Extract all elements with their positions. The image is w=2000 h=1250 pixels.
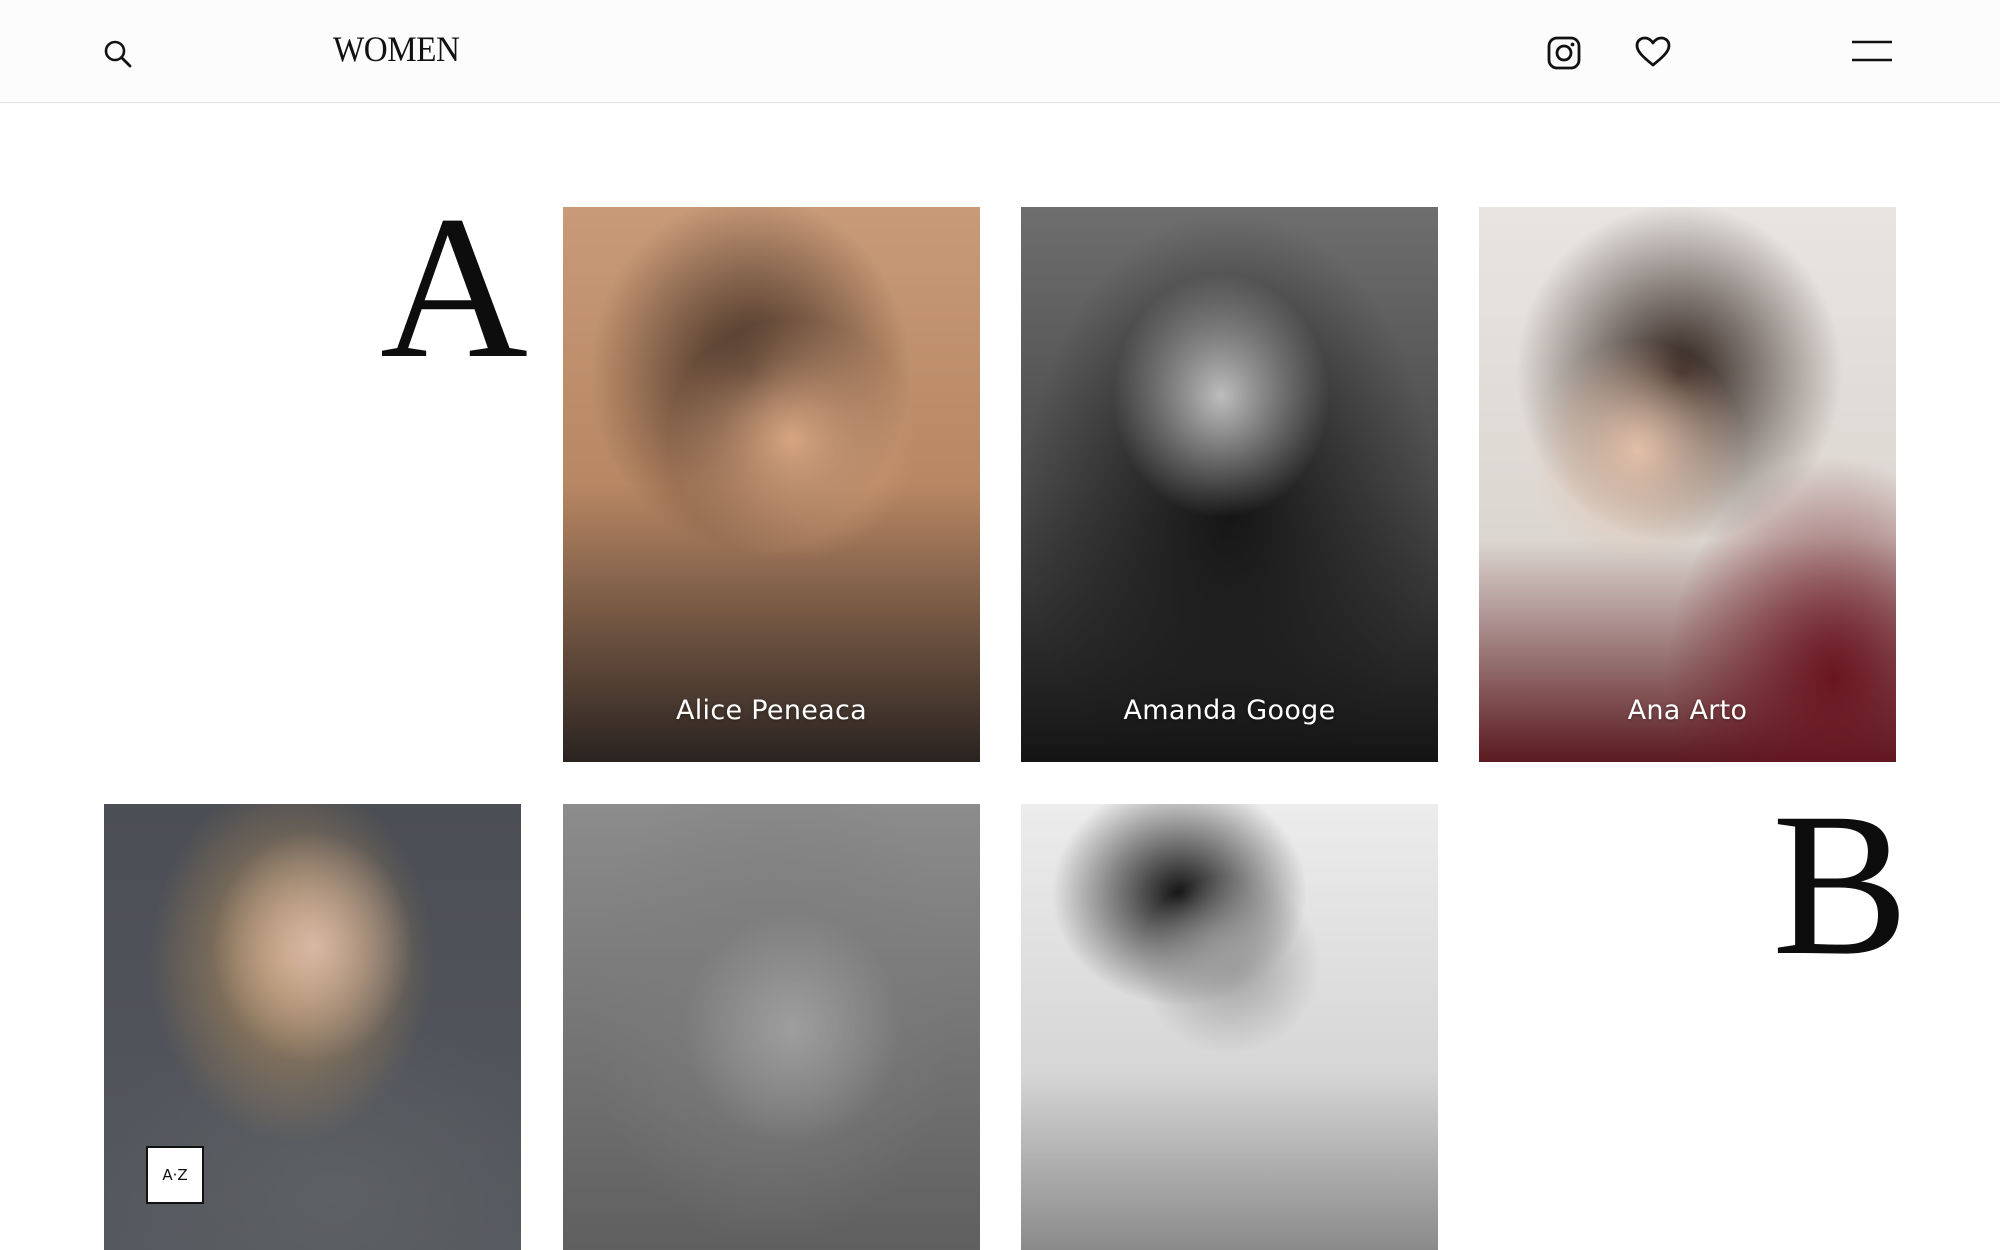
search-button[interactable]	[98, 34, 138, 74]
search-icon	[104, 40, 132, 68]
model-card[interactable]	[563, 804, 980, 1250]
section-letter-a: A	[380, 174, 529, 401]
model-name: Ana Arto	[1627, 695, 1748, 726]
model-name: Amanda Googe	[1123, 695, 1336, 726]
model-photo	[563, 804, 980, 1250]
az-index-button[interactable]: A·Z	[146, 1146, 204, 1204]
model-photo	[1021, 804, 1438, 1250]
model-card[interactable]: Alice Peneaca	[563, 207, 980, 762]
model-photo	[563, 207, 980, 762]
model-name: Alice Peneaca	[675, 695, 867, 726]
model-card[interactable]	[1021, 804, 1438, 1250]
model-card[interactable]: Amanda Googe	[1021, 207, 1438, 762]
model-photo	[1021, 207, 1438, 762]
instagram-icon	[1547, 36, 1581, 70]
heart-icon	[1635, 36, 1671, 67]
section-letter-b: B	[1772, 771, 1909, 998]
model-card[interactable]: Ana Arto	[1479, 207, 1896, 762]
favorites-button[interactable]	[1630, 30, 1676, 74]
page-title[interactable]: WOMEN	[333, 28, 460, 70]
menu-button[interactable]	[1850, 34, 1894, 68]
instagram-button[interactable]	[1542, 31, 1586, 75]
top-navigation-bar: WOMEN	[0, 0, 2000, 103]
model-photo	[1479, 207, 1896, 762]
menu-icon	[1852, 40, 1892, 62]
